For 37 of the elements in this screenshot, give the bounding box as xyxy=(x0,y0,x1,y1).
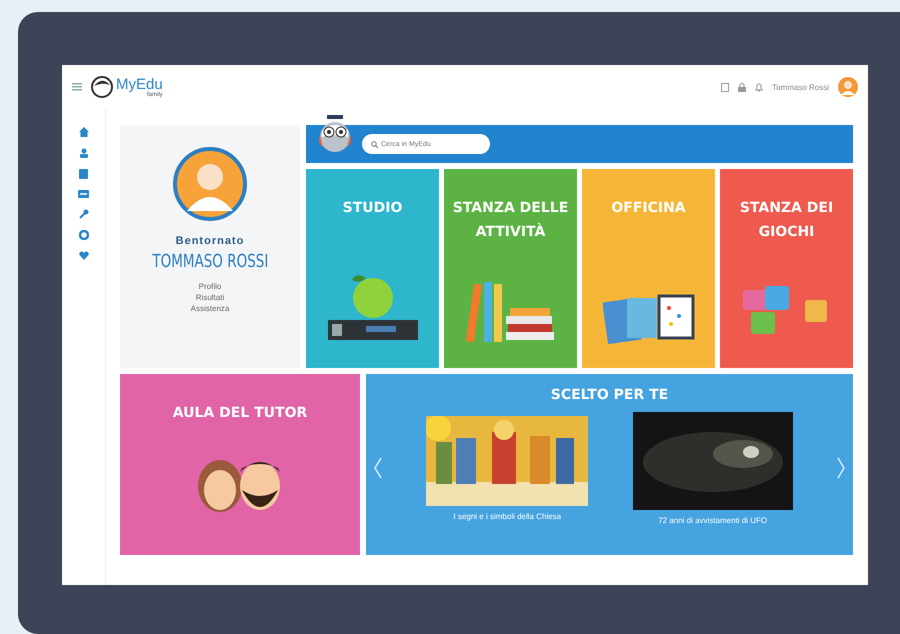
tile-title: STANZA DELLE ATTIVITÀ xyxy=(452,199,570,242)
logo-text: MyEdu xyxy=(116,76,163,92)
user-name[interactable]: Tommaso Rossi xyxy=(772,82,829,92)
picture-caption[interactable]: 72 anni di avvistamenti di UFO xyxy=(658,516,768,525)
card-icon[interactable] xyxy=(78,190,89,198)
wrench-icon[interactable] xyxy=(78,209,88,219)
picture-caption[interactable]: I segni e i simboli della Chiesa xyxy=(454,512,562,521)
tile-title: STANZA DEI GIOCHI xyxy=(738,199,834,242)
user-avatar[interactable] xyxy=(838,77,858,97)
tile-title: STUDIO xyxy=(342,199,402,218)
document-icon[interactable] xyxy=(721,82,730,92)
category-tile[interactable]: STUDIO xyxy=(306,169,439,368)
profile-link[interactable]: Assistenza xyxy=(190,304,230,313)
tutor-tile[interactable]: AULA DEL TUTOR xyxy=(120,374,360,555)
tile-title: AULA DEL TUTOR xyxy=(172,404,308,423)
lock-icon[interactable] xyxy=(738,82,746,92)
category-tile[interactable]: STANZA DEI GIOCHI xyxy=(720,169,853,368)
user-icon[interactable] xyxy=(78,148,88,158)
chevron-left-icon xyxy=(374,457,382,480)
category-tile[interactable]: OFFICINA xyxy=(582,169,715,368)
chevron-right-icon xyxy=(836,457,845,480)
panel-title: SCELTO PER TE xyxy=(550,386,668,405)
home-icon[interactable] xyxy=(78,127,88,137)
previous-button[interactable] xyxy=(374,457,382,480)
profile-link[interactable]: Risultati xyxy=(196,293,224,302)
logo-icon xyxy=(91,76,113,98)
user-name: TOMMASO ROSSI xyxy=(152,251,268,272)
heart-icon[interactable] xyxy=(78,251,88,260)
owl-icon xyxy=(318,113,352,153)
menu-icon[interactable] xyxy=(72,83,82,91)
bell-icon[interactable] xyxy=(755,82,764,92)
category-tile[interactable]: STANZA DELLE ATTIVITÀ xyxy=(444,169,577,368)
profile-link[interactable]: Profilo xyxy=(198,282,222,291)
next-button[interactable] xyxy=(836,457,845,480)
tile-title: OFFICINA xyxy=(611,199,686,218)
greeting: Bentornato xyxy=(176,235,244,247)
search-icon xyxy=(371,141,378,148)
